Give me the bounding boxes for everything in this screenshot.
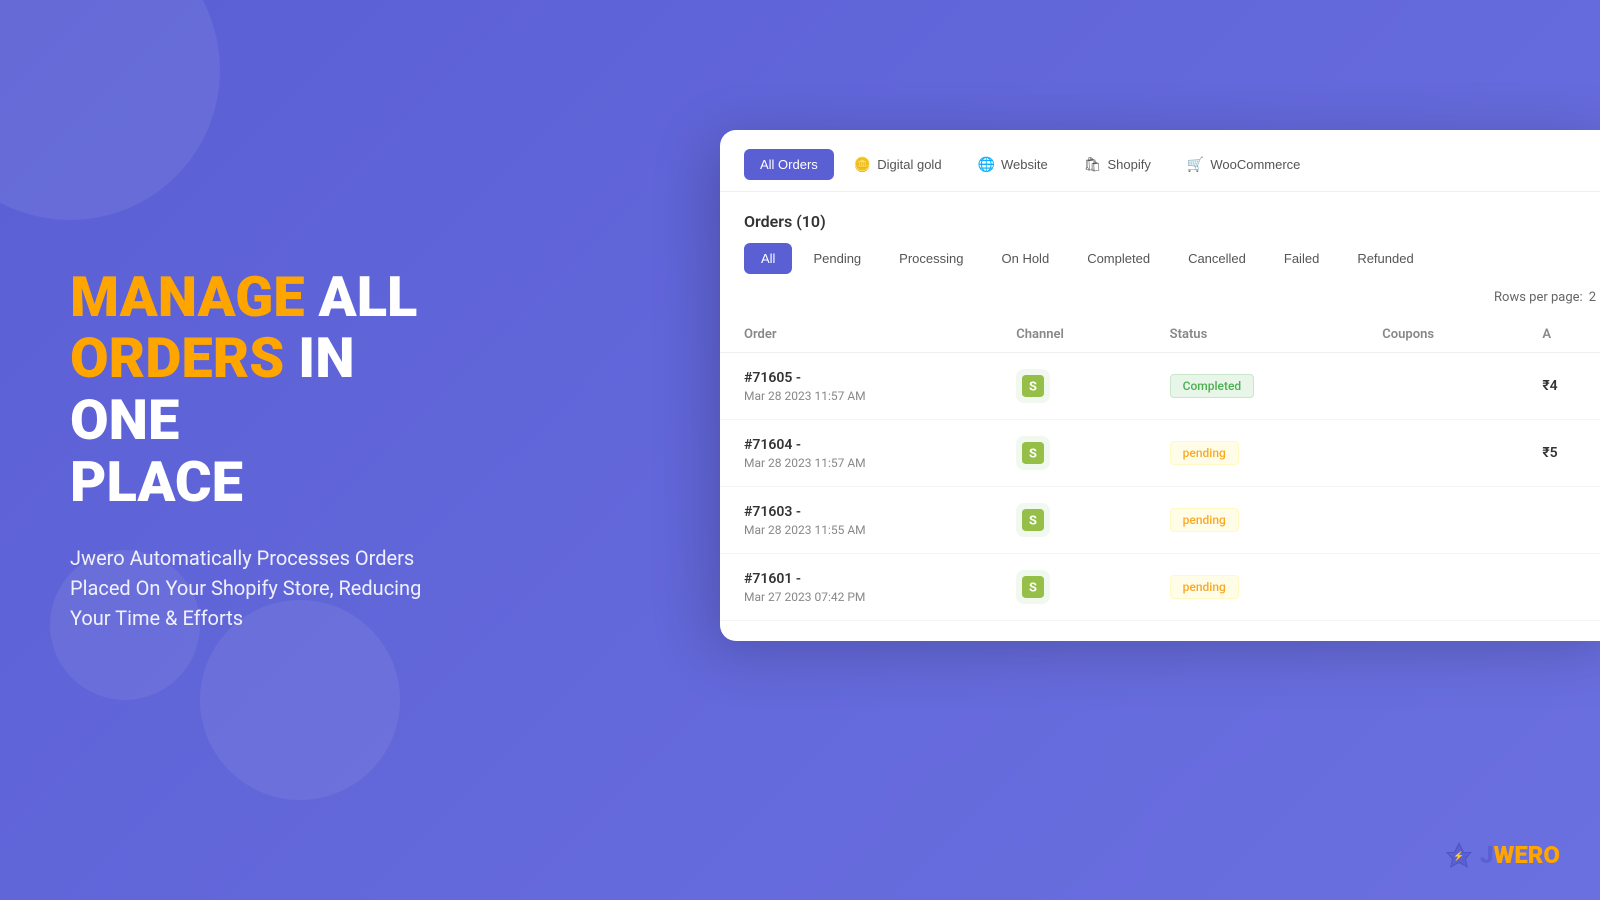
table-row[interactable]: #71605 - Mar 28 2023 11:57 AM S Complete… [720,353,1600,420]
channel-icon-2: S [1016,503,1050,537]
status-tabs: All Pending Processing On Hold Completed… [720,243,1600,290]
website-icon: 🌐 [978,156,995,173]
status-tab-all[interactable]: All [744,243,792,274]
channel-icon-1: S [1016,436,1050,470]
shopify-icon-0: S [1022,375,1044,397]
hero-title-place: PLACE [70,449,243,515]
rows-per-page-label: Rows per page: [1494,290,1583,305]
status-tab-completed[interactable]: Completed [1070,243,1167,274]
hero-title-all: ALL [305,264,418,330]
orders-header: Orders (10) [720,192,1600,243]
svg-text:⚡: ⚡ [1453,850,1464,862]
order-date-1: Mar 28 2023 11:57 AM [744,456,968,470]
svg-text:S: S [1029,380,1037,395]
hero-title-orders: ORDERS [70,325,284,391]
tab-website[interactable]: 🌐 Website [962,148,1064,181]
svg-text:S: S [1029,581,1037,596]
amount-1: ₹5 [1542,445,1557,461]
cell-amount-2 [1518,487,1600,554]
order-id-0: #71605 - [744,370,968,386]
channel-tabs: All Orders 🪙 Digital gold 🌐 Website 🛍 Sh… [720,130,1600,192]
order-id-1: #71604 - [744,437,968,453]
cell-channel-2: S [992,487,1145,554]
col-status: Status [1146,317,1359,353]
logo-j: J [1480,841,1494,869]
orders-table: Order Channel Status Coupons A #71605 - … [720,317,1600,621]
tab-digital-gold[interactable]: 🪙 Digital gold [838,148,958,181]
col-amount: A [1518,317,1600,353]
cell-order-id: #71603 - Mar 28 2023 11:55 AM [720,487,992,554]
cell-amount-0: ₹4 [1518,353,1600,420]
tab-website-label: Website [1001,157,1048,172]
cell-amount-1: ₹5 [1518,420,1600,487]
status-badge-3: pending [1170,575,1239,599]
orders-count: Orders (10) [744,212,826,231]
status-badge-1: pending [1170,441,1239,465]
svg-text:S: S [1029,447,1037,462]
cell-order-id: #71604 - Mar 28 2023 11:57 AM [720,420,992,487]
tab-digital-gold-label: Digital gold [877,157,941,172]
col-order: Order [720,317,992,353]
channel-icon-3: S [1016,570,1050,604]
tab-shopify[interactable]: 🛍 Shopify [1068,148,1167,181]
logo-wero: WERO [1493,841,1560,869]
status-tab-on-hold[interactable]: On Hold [984,243,1066,274]
status-tab-refunded[interactable]: Refunded [1340,243,1430,274]
tab-all-orders[interactable]: All Orders [744,149,834,180]
tab-woocommerce[interactable]: 🛒 WooCommerce [1171,148,1317,181]
digital-gold-icon: 🪙 [854,156,871,173]
shopify-icon-2: S [1022,509,1044,531]
shopify-tab-icon: 🛍 [1084,156,1102,173]
status-badge-0: Completed [1170,374,1255,398]
hero-title-manage: MANAGE [70,264,305,330]
cell-status-2: pending [1146,487,1359,554]
hero-subtitle: Jwero Automatically Processes Orders Pla… [70,543,460,633]
status-tab-pending[interactable]: Pending [796,243,878,274]
shopify-icon-3: S [1022,576,1044,598]
hero-title: MANAGE ALL ORDERS IN ONE PLACE [70,267,460,513]
cell-order-id: #71601 - Mar 27 2023 07:42 PM [720,554,992,621]
col-channel: Channel [992,317,1145,353]
status-badge-2: pending [1170,508,1239,532]
channel-icon-0: S [1016,369,1050,403]
table-row[interactable]: #71604 - Mar 28 2023 11:57 AM S pending … [720,420,1600,487]
cell-channel-3: S [992,554,1145,621]
order-date-3: Mar 27 2023 07:42 PM [744,590,968,604]
cell-status-0: Completed [1146,353,1359,420]
left-panel: MANAGE ALL ORDERS IN ONE PLACE Jwero Aut… [0,0,530,900]
cell-coupons-2 [1358,487,1518,554]
shopify-icon-1: S [1022,442,1044,464]
status-tab-cancelled[interactable]: Cancelled [1171,243,1263,274]
dashboard-card: All Orders 🪙 Digital gold 🌐 Website 🛍 Sh… [720,130,1600,641]
order-id-2: #71603 - [744,504,968,520]
col-coupons: Coupons [1358,317,1518,353]
cell-amount-3 [1518,554,1600,621]
cell-order-id: #71605 - Mar 28 2023 11:57 AM [720,353,992,420]
order-id-3: #71601 - [744,571,968,587]
amount-0: ₹4 [1542,378,1557,394]
cell-coupons-0 [1358,353,1518,420]
cell-coupons-3 [1358,554,1518,621]
rows-per-page-container: Rows per page: 2 [720,290,1600,317]
cell-channel-0: S [992,353,1145,420]
cell-channel-1: S [992,420,1145,487]
table-row[interactable]: #71603 - Mar 28 2023 11:55 AM S pending [720,487,1600,554]
woocommerce-icon: 🛒 [1187,156,1204,173]
order-date-0: Mar 28 2023 11:57 AM [744,389,968,403]
cell-status-3: pending [1146,554,1359,621]
cell-status-1: pending [1146,420,1359,487]
tab-all-orders-label: All Orders [760,157,818,172]
svg-text:S: S [1029,514,1037,529]
logo-container: ⚡ J WERO [1444,840,1560,870]
logo-text: J WERO [1480,841,1560,869]
table-row[interactable]: #71601 - Mar 27 2023 07:42 PM S pending [720,554,1600,621]
tab-woocommerce-label: WooCommerce [1210,157,1300,172]
status-tab-processing[interactable]: Processing [882,243,980,274]
order-date-2: Mar 28 2023 11:55 AM [744,523,968,537]
rows-per-page-value: 2 [1589,290,1596,305]
status-tab-failed[interactable]: Failed [1267,243,1336,274]
logo-icon: ⚡ [1444,840,1474,870]
tab-shopify-label: Shopify [1108,157,1151,172]
cell-coupons-1 [1358,420,1518,487]
